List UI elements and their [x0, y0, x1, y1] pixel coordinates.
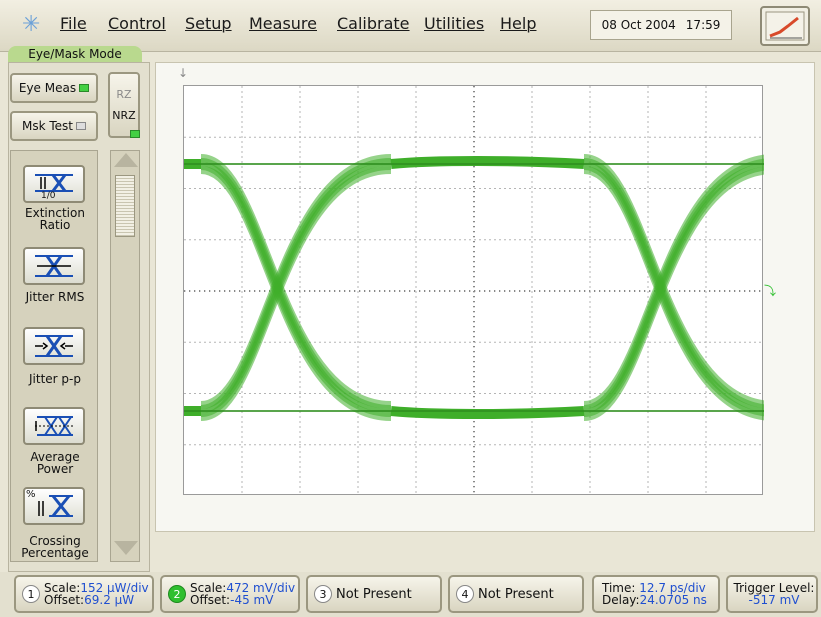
eye-trace-rising [200, 162, 392, 417]
crossing-percentage-label: Crossing Percentage [21, 534, 89, 560]
menu-bar: ✳ File Control Setup Measure Calibrate U… [0, 0, 821, 52]
channel-2-offset-label: Offset: [190, 593, 231, 607]
average-power-label: Average Power [30, 450, 80, 476]
extinction-ratio-label: Extinction Ratio [25, 206, 85, 232]
menu-utilities[interactable]: Utilities [424, 14, 484, 33]
eye-meas-button[interactable]: Eye Meas [10, 73, 98, 103]
top-marker-icon: ↓ [178, 66, 189, 80]
eye-trace-rising [583, 166, 764, 421]
timebase-button[interactable]: Time: 12.7 ps/div Delay:24.0705 ns [592, 575, 720, 613]
menu-help[interactable]: Help [500, 14, 536, 33]
msk-test-label: Msk Test [22, 119, 73, 133]
rz-option[interactable]: RZ [110, 88, 138, 101]
menu-control[interactable]: Control [108, 14, 166, 33]
menu-calibrate[interactable]: Calibrate [337, 14, 410, 33]
channel-4-status: Not Present [478, 586, 554, 602]
eye-trace-falling [200, 162, 392, 417]
eye-trace-falling [200, 158, 392, 413]
eye-diagram-screen [183, 85, 764, 496]
channel-2-offset-value: -45 mV [230, 593, 274, 607]
channel-1-button[interactable]: 1 Scale:152 µW/div Offset:69.2 µW [14, 575, 154, 613]
eye-meas-label: Eye Meas [18, 81, 77, 95]
msk-test-button[interactable]: Msk Test [10, 111, 98, 141]
eye-trace-rising [200, 158, 392, 413]
trigger-value: -517 mV [748, 593, 800, 607]
jitter-rms-button[interactable] [23, 247, 85, 285]
extinction-ratio-glyph: 1/0 [41, 191, 56, 201]
mode-label: Eye/Mask Mode [8, 46, 142, 62]
channel-2-button[interactable]: 2 Scale:472 mV/div Offset:-45 mV [160, 575, 300, 613]
crossing-percentage-glyph: % [26, 489, 36, 500]
graph-icon [765, 11, 805, 41]
scroll-down-icon[interactable] [114, 541, 138, 555]
average-power-button[interactable] [23, 407, 85, 445]
crossing-percentage-icon [38, 495, 73, 517]
eye-trace-rising [583, 162, 764, 417]
jitter-pp-icon [35, 335, 73, 357]
channel-2-number: 2 [168, 585, 186, 603]
delay-label: Delay: [602, 593, 640, 607]
channel-3-button[interactable]: 3 Not Present [306, 575, 442, 613]
jitter-pp-label: Jitter p-p [29, 372, 81, 386]
date-time-display: 08 Oct 2004 17:59 [590, 10, 732, 40]
jitter-rms-label: Jitter RMS [25, 290, 85, 304]
eye-trace-falling [583, 162, 764, 417]
eye-trace-falling [583, 154, 764, 409]
channel-4-number: 4 [456, 585, 474, 603]
channel-marker-icon: ⤵ [764, 284, 777, 298]
led-off-icon [76, 122, 86, 130]
eye-trace-falling [583, 166, 764, 421]
measurement-scrollbar[interactable] [110, 150, 140, 562]
trigger-button[interactable]: Trigger Level: -517 mV [726, 575, 818, 613]
channel-1-offset-label: Offset: [44, 593, 85, 607]
measurement-list: 1/0 Extinction Ratio Jitter RMS Jitter p… [10, 150, 98, 562]
eye-trace-rising [583, 154, 764, 409]
sun-icon: ✳ [22, 12, 41, 37]
eye-trace-rising [583, 158, 764, 413]
eye-diagram [184, 86, 764, 496]
nrz-option[interactable]: NRZ [110, 109, 138, 122]
menu-measure[interactable]: Measure [249, 14, 317, 33]
average-power-icon [35, 416, 75, 436]
channel-3-status: Not Present [336, 586, 412, 602]
led-on-icon [130, 130, 140, 138]
rz-nrz-selector[interactable]: RZ NRZ [108, 72, 140, 138]
jitter-rms-icon [35, 255, 73, 277]
channel-1-number: 1 [22, 585, 40, 603]
menu-file[interactable]: File [60, 14, 87, 33]
graph-logo-button[interactable] [760, 6, 810, 46]
menu-setup[interactable]: Setup [185, 14, 232, 33]
channel-4-button[interactable]: 4 Not Present [448, 575, 584, 613]
scroll-thumb[interactable] [115, 175, 135, 237]
channel-3-number: 3 [314, 585, 332, 603]
scroll-up-icon[interactable] [114, 153, 138, 167]
date-text: 08 Oct 2004 [601, 18, 676, 32]
jitter-pp-button[interactable] [23, 327, 85, 365]
time-text: 17:59 [685, 18, 721, 32]
delay-value: 24.0705 ns [639, 593, 707, 607]
channel-1-offset-value: 69.2 µW [84, 593, 135, 607]
led-on-icon [79, 84, 90, 92]
eye-trace-falling [583, 158, 764, 413]
